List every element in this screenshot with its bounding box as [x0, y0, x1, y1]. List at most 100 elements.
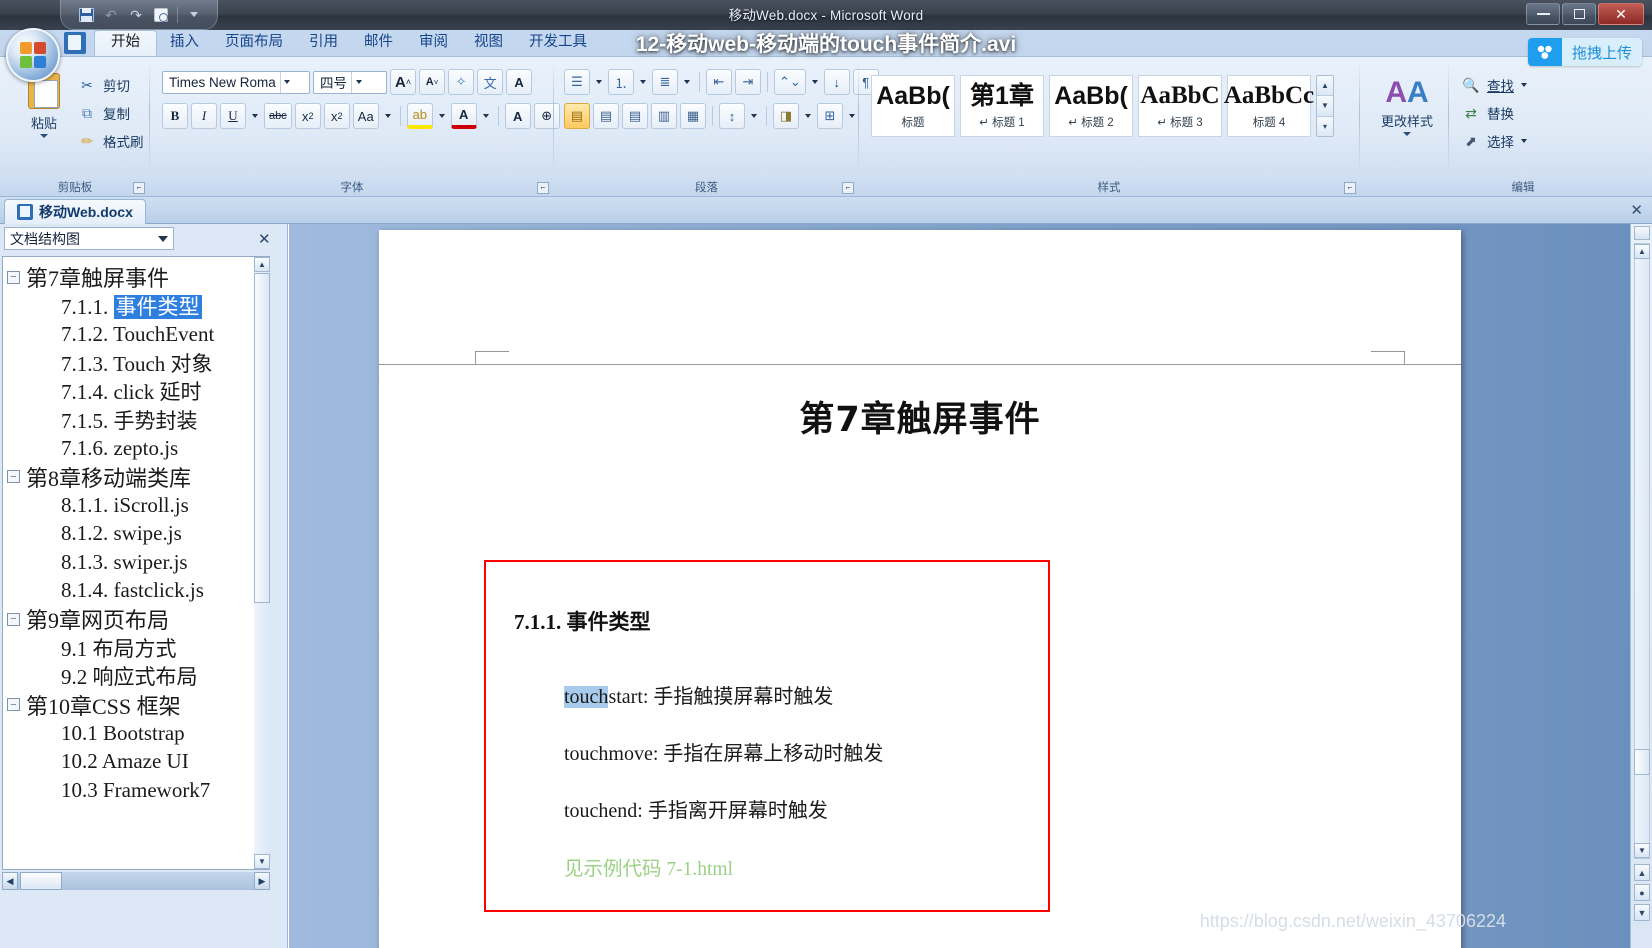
style-biaoti[interactable]: AaBb( 标题	[871, 75, 955, 137]
borders-button[interactable]: ⊞	[817, 103, 843, 129]
borders-dropdown-icon[interactable]	[846, 103, 858, 129]
document-map-horizontal-scrollbar[interactable]: ◀ ▶	[2, 872, 270, 890]
italic-button[interactable]: I	[191, 103, 217, 129]
line-spacing-dropdown-icon[interactable]	[748, 103, 760, 129]
document-map-item[interactable]: 7.1.4. click 延时	[7, 377, 269, 406]
shrink-font-button[interactable]: A ˅	[419, 69, 446, 95]
scroll-down-icon[interactable]: ▼	[1634, 843, 1650, 858]
document-map-item[interactable]: 8.1.4. fastclick.js	[7, 577, 269, 606]
tree-collapse-icon[interactable]: −	[7, 470, 20, 484]
shading-button[interactable]: ◨	[773, 103, 799, 129]
undo-icon[interactable]: ↶	[100, 4, 122, 25]
subscript-button[interactable]: x2	[294, 103, 321, 129]
close-button[interactable]: ✕	[1598, 3, 1644, 25]
multilevel-dropdown-icon[interactable]	[681, 69, 693, 95]
scroll-up-icon[interactable]: ▲	[1634, 244, 1650, 259]
document-map-item[interactable]: 9.2 响应式布局	[7, 662, 269, 691]
document-map-item[interactable]: − 第7章触屏事件	[7, 263, 269, 292]
scroll-thumb[interactable]	[20, 872, 62, 890]
select-button[interactable]: ⬈ 选择	[1462, 127, 1527, 155]
tab-view[interactable]: 视图	[461, 30, 516, 56]
document-map-item[interactable]: 7.1.3. Touch 对象	[7, 349, 269, 378]
document-tab-close-icon[interactable]: ✕	[1630, 201, 1643, 219]
text-highlight-button[interactable]: ab	[406, 103, 433, 129]
document-map-item[interactable]: 10.1 Bootstrap	[7, 719, 269, 748]
cut-button[interactable]: ✂ 剪切	[78, 71, 144, 99]
scroll-thumb[interactable]	[254, 273, 270, 603]
document-canvas[interactable]: 第7章触屏事件 7.1.1. 事件类型 touchstart: 手指触摸屏幕时触…	[289, 224, 1652, 948]
change-case-button[interactable]: Aa	[352, 103, 379, 129]
select-dropdown-icon[interactable]	[1521, 139, 1527, 143]
font-color-button[interactable]: A	[450, 103, 477, 129]
increase-indent-button[interactable]: ⇥	[735, 69, 761, 95]
style-heading-1[interactable]: 第1章 ↵ 标题 1	[960, 75, 1044, 137]
font-name-combo[interactable]: Times New Roma	[162, 70, 310, 94]
change-styles-button[interactable]: AA 更改样式	[1371, 77, 1443, 136]
document-map-item[interactable]: 7.1.5. 手势封装	[7, 406, 269, 435]
font-name-chevron-down-icon[interactable]	[279, 71, 294, 93]
copy-button[interactable]: ⧉ 复制	[78, 99, 144, 127]
tab-home[interactable]: 开始	[94, 30, 157, 56]
strikethrough-button[interactable]: abc	[264, 103, 292, 129]
save-icon[interactable]	[75, 4, 97, 25]
previous-page-icon[interactable]: ▲	[1634, 864, 1650, 881]
document-map-item[interactable]: 8.1.3. swiper.js	[7, 548, 269, 577]
bold-button[interactable]: B	[162, 103, 188, 129]
align-left-button[interactable]: ▤	[564, 103, 590, 129]
font-dialog-launcher[interactable]: ⌐	[537, 182, 549, 194]
scroll-left-icon[interactable]: ◀	[2, 872, 18, 890]
font-size-combo[interactable]: 四号	[313, 70, 387, 94]
underline-dropdown-icon[interactable]	[249, 103, 261, 129]
tab-page-layout[interactable]: 页面布局	[212, 30, 296, 56]
numbering-dropdown-icon[interactable]	[637, 69, 649, 95]
document-map-item[interactable]: 7.1.2. TouchEvent	[7, 320, 269, 349]
superscript-button[interactable]: x2	[323, 103, 350, 129]
align-right-button[interactable]: ▤	[622, 103, 648, 129]
numbering-button[interactable]: ⒈	[608, 69, 634, 95]
line-spacing-button[interactable]: ↕	[719, 103, 745, 129]
paste-dropdown-icon[interactable]	[40, 134, 48, 138]
tab-developer[interactable]: 开发工具	[516, 30, 600, 56]
redo-icon[interactable]: ↷	[125, 4, 147, 25]
tab-review[interactable]: 审阅	[406, 30, 461, 56]
document-map-close-icon[interactable]: ✕	[258, 230, 271, 248]
baidu-upload-widget[interactable]: 拖拽上传	[1527, 38, 1642, 66]
document-map-item[interactable]: − 第9章网页布局	[7, 605, 269, 634]
maximize-button[interactable]	[1562, 3, 1596, 25]
bullets-button[interactable]: ☰	[564, 69, 590, 95]
styles-gallery-scroll[interactable]: ▲ ▼ ▾	[1316, 75, 1334, 137]
distribute-button[interactable]: ▦	[680, 103, 706, 129]
document-map-item[interactable]: 10.3 Framework7	[7, 776, 269, 805]
multilevel-list-button[interactable]: ≣	[652, 69, 678, 95]
tree-collapse-icon[interactable]: −	[7, 698, 20, 712]
document-map-item[interactable]: 8.1.1. iScroll.js	[7, 491, 269, 520]
style-heading-4[interactable]: AaBbCc 标题 4	[1224, 75, 1314, 137]
gallery-down-icon[interactable]: ▼	[1317, 96, 1333, 117]
highlight-dropdown-icon[interactable]	[436, 103, 448, 129]
phonetic-guide-button[interactable]: 文	[477, 69, 504, 95]
document-map-item[interactable]: − 第8章移动端类库	[7, 463, 269, 492]
find-button[interactable]: 🔍 查找	[1462, 71, 1527, 99]
document-map-item[interactable]: 9.1 布局方式	[7, 634, 269, 663]
document-map-item[interactable]: − 第10章CSS 框架	[7, 691, 269, 720]
scroll-right-icon[interactable]: ▶	[254, 872, 270, 890]
scroll-down-icon[interactable]: ▼	[254, 854, 270, 869]
styles-dialog-launcher[interactable]: ⌐	[1344, 182, 1356, 194]
paragraph-dialog-launcher[interactable]: ⌐	[842, 182, 854, 194]
split-window-handle[interactable]	[1634, 226, 1650, 240]
find-dropdown-icon[interactable]	[1521, 83, 1527, 87]
document-map-item[interactable]: 7.1.6. zepto.js	[7, 434, 269, 463]
tree-collapse-icon[interactable]: −	[7, 270, 20, 284]
gallery-more-icon[interactable]: ▾	[1317, 116, 1333, 136]
gallery-up-icon[interactable]: ▲	[1317, 76, 1333, 97]
document-map-combo[interactable]: 文档结构图	[4, 227, 174, 250]
justify-button[interactable]: ▥	[651, 103, 677, 129]
document-vertical-scrollbar[interactable]: ▲ ▼ ▲ ● ▼	[1630, 224, 1652, 948]
tab-mailings[interactable]: 邮件	[351, 30, 406, 56]
tab-references[interactable]: 引用	[296, 30, 351, 56]
style-heading-3[interactable]: AaBbC ↵ 标题 3	[1138, 75, 1222, 137]
clear-formatting-button[interactable]: ✧	[448, 69, 475, 95]
style-heading-2[interactable]: AaBb( ↵ 标题 2	[1049, 75, 1133, 137]
document-map-tree[interactable]: − 第7章触屏事件 7.1.1. 事件类型 7.1.2. TouchEvent 7.1.…	[2, 256, 270, 870]
font-size-chevron-down-icon[interactable]	[351, 71, 365, 93]
